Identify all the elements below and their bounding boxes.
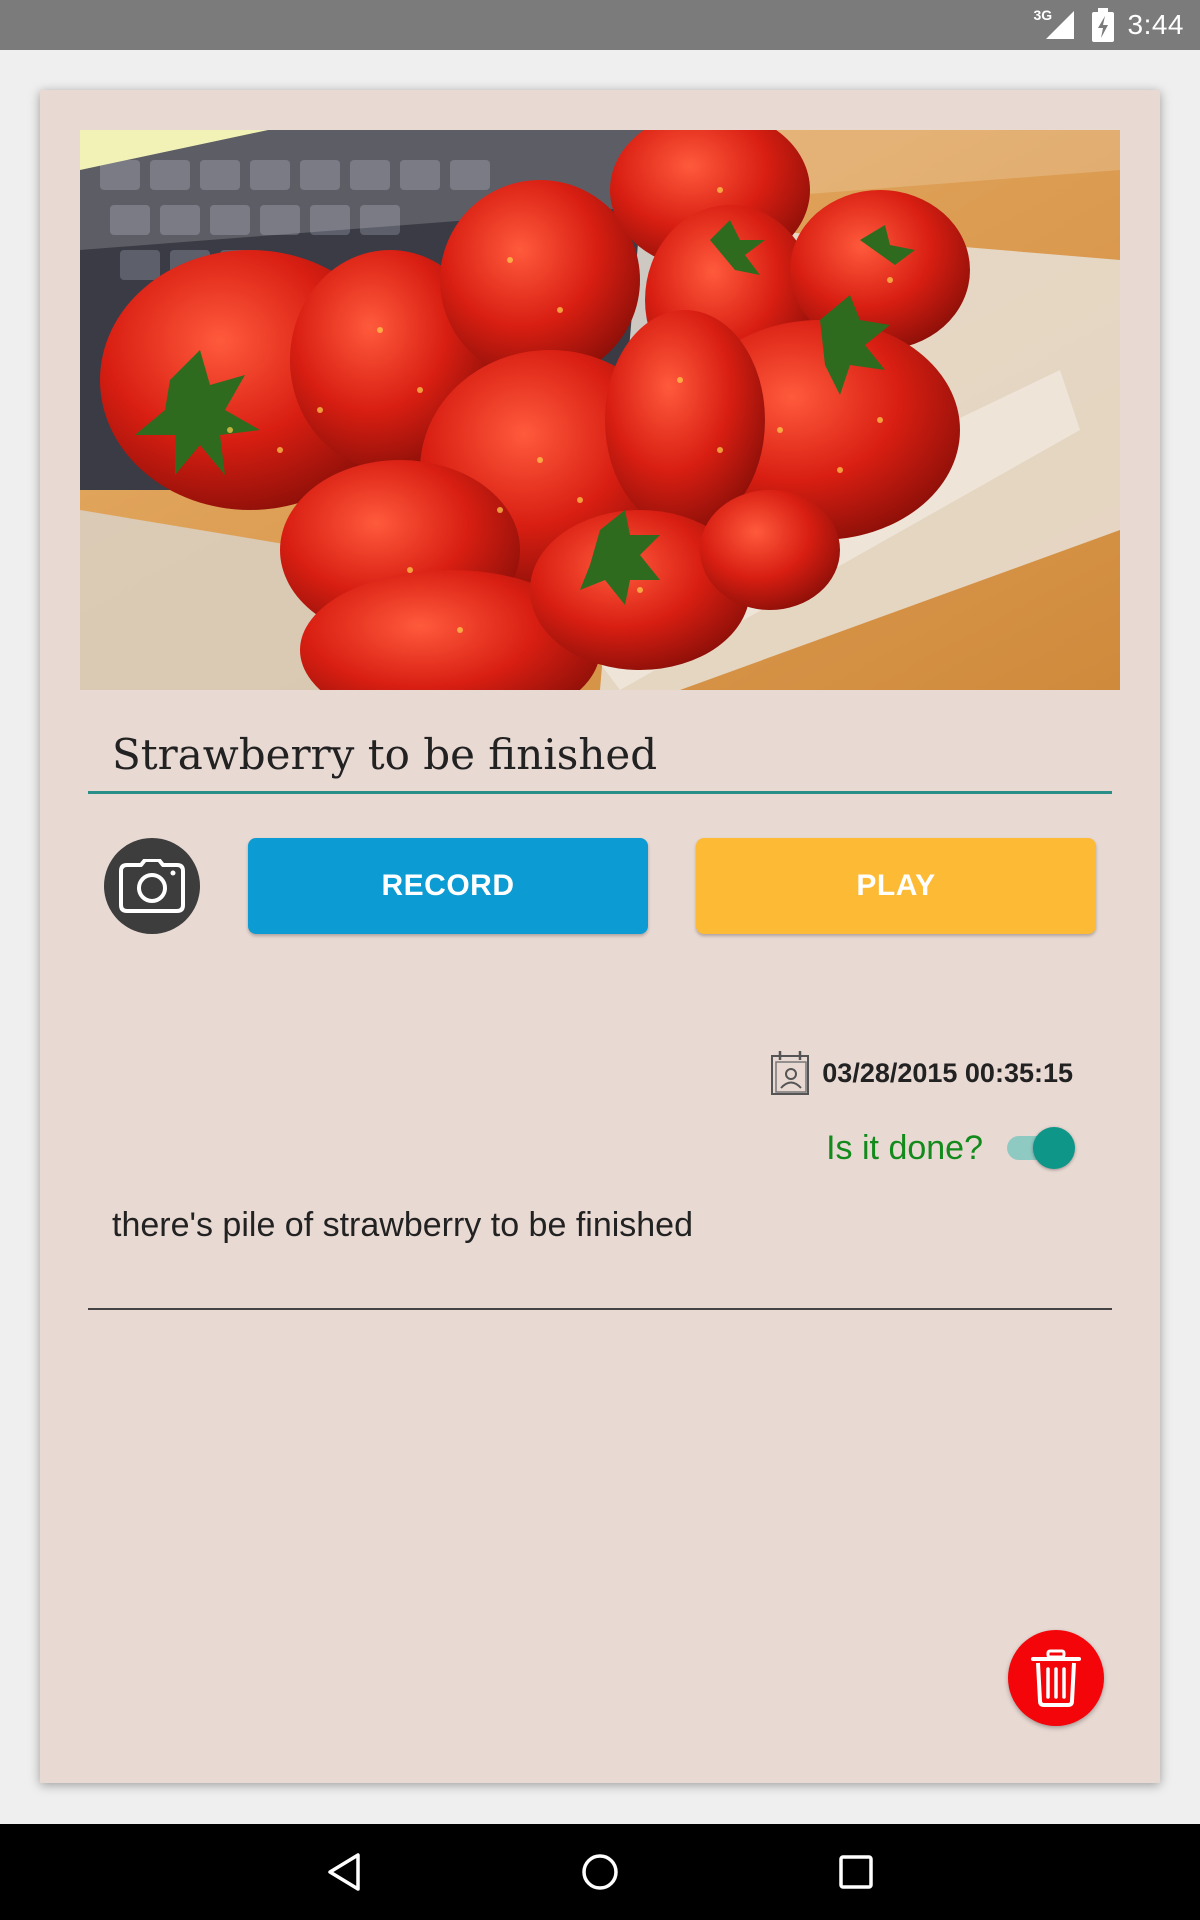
camera-button[interactable]: [104, 838, 200, 934]
back-icon: [328, 1853, 360, 1891]
description-text: there's pile of strawberry to be finishe…: [112, 1206, 694, 1244]
done-toggle[interactable]: [1005, 1126, 1075, 1170]
battery-icon: [1091, 8, 1114, 42]
done-row: Is it done?: [826, 1120, 1075, 1176]
description-input[interactable]: there's pile of strawberry to be finishe…: [88, 1180, 1112, 1310]
delete-button[interactable]: [1008, 1630, 1104, 1726]
done-label: Is it done?: [826, 1128, 983, 1167]
note-card: Strawberry to be finished RECORD PLAY 03…: [40, 90, 1160, 1783]
signal-icon: 3G: [1034, 7, 1078, 43]
recents-icon: [839, 1855, 873, 1889]
title-input[interactable]: Strawberry to be finished: [88, 700, 1112, 794]
back-button[interactable]: [314, 1842, 374, 1902]
network-type: 3G: [1033, 7, 1053, 23]
recents-button[interactable]: [826, 1842, 886, 1902]
status-icons: 3G 3:44: [1034, 0, 1185, 50]
trash-icon: [1031, 1649, 1081, 1707]
date-text: 03/28/2015 00:35:15: [822, 1057, 1073, 1088]
toggle-thumb: [1033, 1127, 1075, 1169]
note-date: 03/28/2015 00:35:15: [770, 1048, 1073, 1098]
camera-icon: [119, 859, 185, 913]
record-button[interactable]: RECORD: [248, 838, 648, 934]
status-bar: 3G 3:44: [0, 0, 1200, 50]
calendar-icon: [771, 1051, 810, 1095]
clock: 3:44: [1127, 9, 1184, 40]
title-text: Strawberry to be finished: [112, 730, 658, 779]
home-icon: [582, 1854, 618, 1890]
note-photo[interactable]: [80, 130, 1120, 690]
play-button[interactable]: PLAY: [696, 838, 1096, 934]
home-button[interactable]: [570, 1842, 630, 1902]
navigation-bar: [0, 1824, 1200, 1920]
